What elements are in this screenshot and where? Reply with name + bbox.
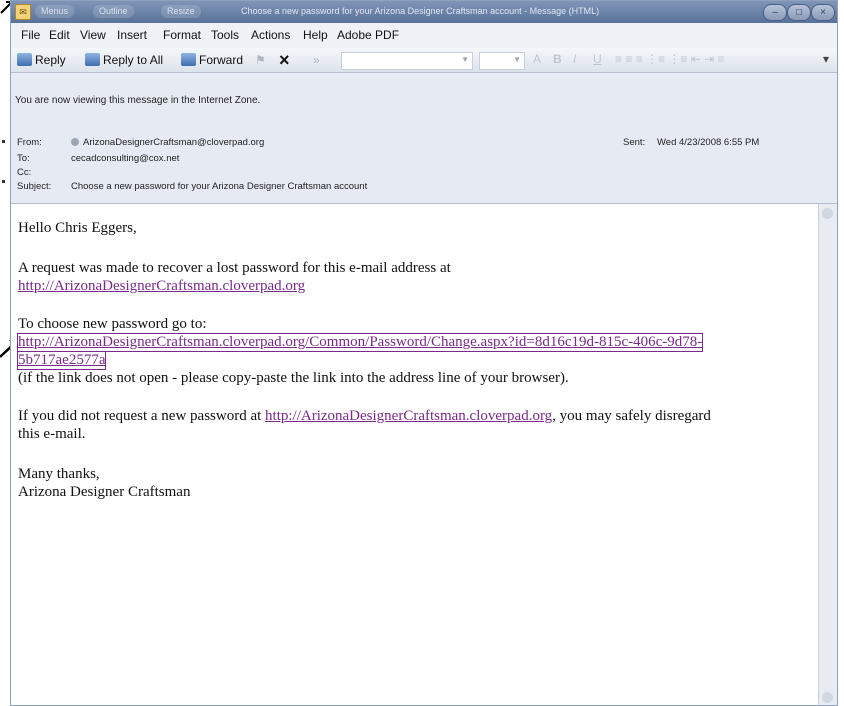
menu-file[interactable]: File	[21, 28, 40, 42]
minimize-button[interactable]: –	[763, 4, 787, 21]
password-change-link-cont[interactable]: 5b717ae2577a	[16, 351, 107, 370]
paragraph-4-end: , you may safely disregard	[552, 408, 711, 424]
reply-button[interactable]: Reply	[17, 51, 66, 69]
title-bar: ✉ Menus Outline Resize Choose a new pass…	[11, 1, 837, 23]
to-label: To:	[17, 153, 30, 164]
menu-view[interactable]: View	[80, 28, 106, 42]
menu-insert[interactable]: Insert	[117, 28, 147, 42]
from-label: From:	[17, 137, 42, 148]
sent-value: Wed 4/23/2008 6:55 PM	[657, 137, 760, 148]
menu-bar: File Edit View Insert Format Tools Actio…	[11, 25, 837, 45]
site-link[interactable]: http://ArizonaDesignerCraftsman.cloverpa…	[18, 278, 305, 295]
body-paragraph-4: If you did not request a new password at…	[18, 408, 711, 425]
presence-icon	[71, 138, 79, 146]
vertical-scrollbar[interactable]	[818, 204, 837, 705]
cc-label: Cc:	[17, 167, 32, 178]
greeting: Hello Chris Eggers,	[18, 220, 137, 236]
paragraph-4-start: If you did not request a new password at	[18, 408, 266, 424]
reply-label: Reply	[35, 53, 66, 67]
margin-dot	[2, 140, 5, 143]
toolbar-overflow-icon[interactable]: »	[313, 51, 320, 69]
from-value[interactable]: ArizonaDesignerCraftsman@cloverpad.org	[83, 137, 264, 148]
delete-icon[interactable]: ×	[279, 51, 290, 69]
outline-pill[interactable]: Outline	[93, 5, 134, 18]
site-link-2[interactable]: http://ArizonaDesignerCraftsman.cloverpa…	[265, 408, 552, 424]
body-paragraph-1: A request was made to recover a lost pas…	[18, 260, 451, 276]
closing-line-2: Arizona Designer Craftsman	[18, 484, 191, 500]
reply-all-label: Reply to All	[103, 53, 164, 67]
body-paragraph-2: To choose new password go to:	[18, 316, 207, 332]
body-paragraph-3: (if the link does not open - please copy…	[18, 370, 569, 386]
align-icons[interactable]: ≡ ≡ ≡ ⋮≡ ⋮≡ ⇤ ⇥ ≡	[615, 52, 724, 66]
outlook-message-icon[interactable]: ✉	[15, 4, 31, 20]
message-window: ✉ Menus Outline Resize Choose a new pass…	[10, 0, 838, 706]
underline-icon[interactable]: U	[593, 52, 602, 66]
subject-value: Choose a new password for your Arizona D…	[71, 181, 368, 192]
menus-pill[interactable]: Menus	[35, 5, 75, 18]
message-header: You are now viewing this message in the …	[11, 73, 837, 204]
to-value[interactable]: cecadconsulting@cox.net	[71, 153, 179, 164]
internet-zone-notice: You are now viewing this message in the …	[15, 95, 261, 106]
close-button[interactable]: ×	[811, 4, 835, 21]
margin-dot	[2, 180, 5, 183]
menu-actions[interactable]: Actions	[251, 28, 290, 42]
closing-line-1: Many thanks,	[18, 466, 100, 482]
forward-button[interactable]: Forward	[181, 51, 243, 69]
scroll-down-icon[interactable]	[822, 692, 833, 703]
scroll-up-icon[interactable]	[822, 208, 833, 219]
window-title: Choose a new password for your Arizona D…	[241, 6, 600, 16]
reply-all-icon	[85, 53, 100, 66]
menu-format[interactable]: Format	[163, 28, 201, 42]
reply-all-button[interactable]: Reply to All	[85, 51, 163, 69]
subject-label: Subject:	[17, 181, 52, 192]
font-color-icon[interactable]: A	[533, 52, 541, 66]
password-change-link[interactable]: http://ArizonaDesignerCraftsman.cloverpa…	[16, 333, 704, 352]
reply-icon	[17, 53, 32, 66]
menu-tools[interactable]: Tools	[211, 28, 239, 42]
forward-label: Forward	[199, 53, 244, 67]
sender: ArizonaDesignerCraftsman@cloverpad.org	[71, 137, 264, 148]
sent-label: Sent:	[623, 137, 646, 148]
toolbar-options-icon[interactable]: ▾	[823, 52, 829, 66]
flag-icon[interactable]: ⚑	[255, 51, 266, 69]
forward-icon	[181, 53, 196, 66]
bold-icon[interactable]: B	[553, 52, 562, 66]
font-size-select[interactable]: ▼	[479, 52, 525, 70]
menu-adobe-pdf[interactable]: Adobe PDF	[337, 28, 399, 42]
menu-edit[interactable]: Edit	[49, 28, 70, 42]
font-select[interactable]: ▼	[341, 52, 473, 70]
italic-icon[interactable]: I	[573, 52, 576, 66]
maximize-button[interactable]: □	[787, 4, 811, 21]
toolbar: Reply Reply to All Forward ⚑ × » ▼ ▼ A B…	[11, 48, 837, 73]
menu-help[interactable]: Help	[303, 28, 328, 42]
message-body: Hello Chris Eggers, A request was made t…	[11, 204, 819, 705]
resize-pill[interactable]: Resize	[161, 5, 201, 18]
body-paragraph-4-cont: this e-mail.	[18, 426, 86, 442]
